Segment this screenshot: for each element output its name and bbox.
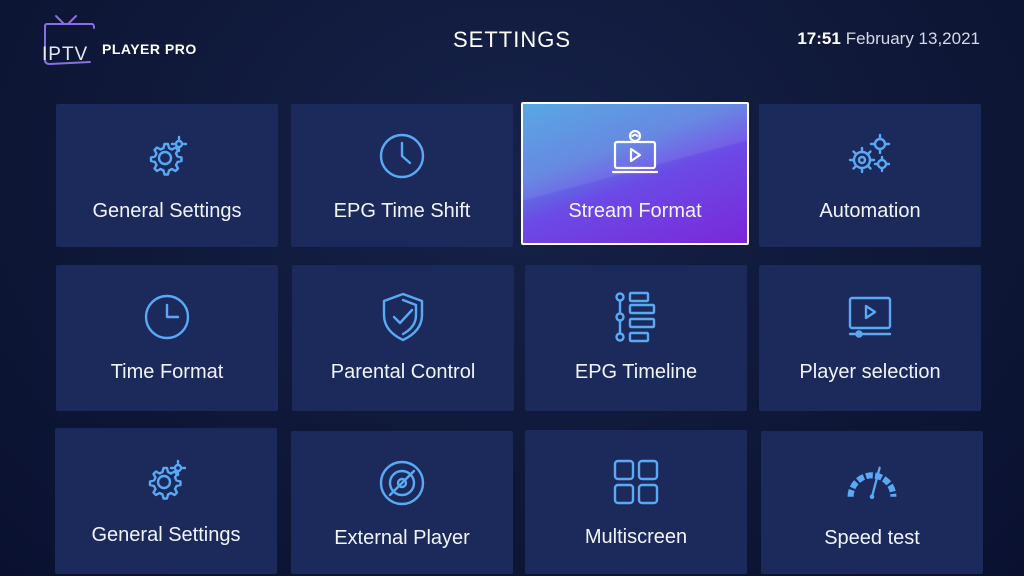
grid-icon [610,456,662,508]
tile-epg-timeline[interactable]: EPG Timeline [525,265,747,411]
shield-check-icon [377,291,429,343]
tile-multiscreen[interactable]: Multiscreen [525,430,747,574]
tile-label: EPG Timeline [574,361,698,383]
tile-time-format[interactable]: Time Format [56,265,278,411]
tile-general-settings-2[interactable]: General Settings [55,428,277,574]
tile-label: General Settings [92,200,242,222]
automation-gears-icon [844,130,896,182]
tile-label: Speed test [824,527,920,549]
tile-label: External Player [334,527,470,549]
tile-external-player[interactable]: External Player [291,431,513,574]
gears-icon [140,454,192,506]
tile-label: Time Format [110,361,224,383]
tile-label: Automation [819,200,921,222]
tile-label: General Settings [91,524,241,546]
tile-label: Multiscreen [584,526,688,548]
clock-date: February 13,2021 [845,29,980,48]
speedometer-icon [846,457,898,509]
tile-label: Stream Format [568,200,702,222]
clock-icon [376,130,428,182]
tile-general-settings[interactable]: General Settings [56,104,278,247]
stream-monitor-icon [609,130,661,182]
tile-label: Player selection [799,361,941,383]
disc-slash-icon [376,457,428,509]
tile-stream-format[interactable]: Stream Format [521,102,749,245]
timeline-icon [610,291,662,343]
tile-speed-test[interactable]: Speed test [761,431,983,574]
clock-time: 17:51 [797,29,841,48]
clock: 17:51 February 13,2021 [797,29,980,49]
tile-automation[interactable]: Automation [759,104,981,247]
tile-label: EPG Time Shift [333,200,471,222]
gears-icon [141,130,193,182]
clock-icon [141,291,193,343]
tile-parental-control[interactable]: Parental Control [292,265,514,411]
tile-player-selection[interactable]: Player selection [759,265,981,411]
video-player-icon [844,291,896,343]
tile-epg-time-shift[interactable]: EPG Time Shift [291,104,513,247]
tile-label: Parental Control [330,361,476,383]
settings-screen: IPTV PLAYER PRO SETTINGS 17:51 February 1… [0,0,1024,576]
